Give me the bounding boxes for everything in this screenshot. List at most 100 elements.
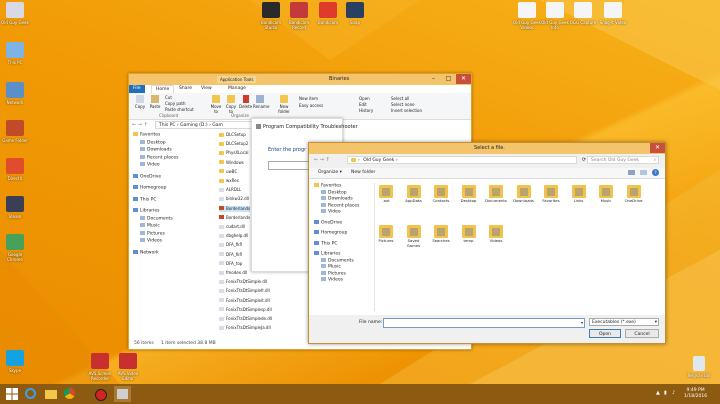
- dialog-new-folder-button[interactable]: New folder: [351, 170, 375, 175]
- folder-item[interactable]: Videos: [485, 225, 507, 244]
- desktop-shortcut-2[interactable]: Network: [0, 82, 30, 105]
- view-options-icon[interactable]: [628, 170, 635, 175]
- tray-arrow-icon[interactable]: ▲: [656, 390, 660, 396]
- desktop-shortcut-bottom-0[interactable]: AVS Screen Recorder: [85, 353, 115, 381]
- file-row[interactable]: PhysXLocal: [219, 150, 249, 156]
- folder-item[interactable]: Desktop: [458, 185, 480, 204]
- nav-item[interactable]: Videos: [321, 277, 343, 283]
- file-row[interactable]: ALRDLL: [219, 187, 241, 193]
- folder-item[interactable]: Links: [568, 185, 590, 204]
- organize-button[interactable]: Organize ▾: [318, 170, 342, 175]
- folder-item[interactable]: OneDrive: [623, 185, 645, 204]
- folder-item[interactable]: AppData: [403, 185, 425, 204]
- taskbar-chrome[interactable]: [61, 386, 78, 402]
- nav-item[interactable]: Network: [133, 249, 159, 256]
- file-row[interactable]: DFA_fkfl: [219, 242, 242, 248]
- tab-view[interactable]: View: [197, 85, 216, 93]
- explorer-address-bar[interactable]: This PC › Gaming (D:) › Gam: [155, 121, 255, 129]
- nav-item[interactable]: OneDrive: [314, 219, 342, 226]
- nav-item[interactable]: Videos: [140, 238, 162, 244]
- desktop-shortcut-top-0[interactable]: Bandicam Studio: [256, 2, 286, 30]
- preview-pane-icon[interactable]: [640, 170, 647, 175]
- folder-item[interactable]: Music: [595, 185, 617, 204]
- volume-icon[interactable]: ♪: [672, 390, 675, 396]
- nav-item[interactable]: Recent places: [140, 154, 178, 161]
- nav-item[interactable]: Video: [140, 162, 160, 168]
- paste-button[interactable]: Paste: [149, 95, 161, 109]
- start-button[interactable]: [3, 386, 20, 402]
- select-all-button[interactable]: Select all: [391, 96, 409, 101]
- file-row[interactable]: FonixTtsDtSimplefr.dll: [219, 288, 270, 294]
- nav-item[interactable]: Downloads: [140, 147, 172, 153]
- nav-item[interactable]: Pictures: [321, 270, 346, 277]
- file-row[interactable]: DLCSetup: [219, 132, 246, 138]
- nav-item[interactable]: Documents: [321, 257, 354, 264]
- folder-item[interactable]: Contacts: [430, 185, 452, 204]
- nav-item[interactable]: Music: [321, 264, 341, 270]
- nav-item[interactable]: Pictures: [140, 230, 165, 237]
- invert-selection-button[interactable]: Invert selection: [391, 108, 422, 113]
- explorer-titlebar[interactable]: Application Tools Binaries – □ ✕: [129, 74, 471, 85]
- folder-item[interactable]: temp: [458, 225, 480, 244]
- easy-access-button[interactable]: Easy access: [299, 103, 323, 108]
- folder-item[interactable]: Pictures: [375, 225, 397, 244]
- nav-item[interactable]: Desktop: [140, 139, 166, 146]
- dialog-search-input[interactable]: Search Old Guy Geek ⌕: [587, 156, 659, 164]
- nav-item[interactable]: Favorites: [314, 183, 341, 189]
- desktop-shortcut-5[interactable]: Steam: [0, 196, 30, 219]
- nav-item[interactable]: Libraries: [314, 251, 340, 257]
- copy-button[interactable]: Copy: [134, 95, 146, 109]
- tab-share[interactable]: Share: [175, 85, 196, 93]
- folder-item[interactable]: .avt: [375, 185, 397, 204]
- nav-item[interactable]: Recent places: [321, 202, 359, 209]
- desktop-shortcut-top-7[interactable]: Snag-it Video: [598, 2, 628, 25]
- file-row[interactable]: Borderlands: [219, 215, 250, 221]
- desktop-shortcut-top-4[interactable]: Old Guy Geek Videos: [512, 2, 542, 30]
- file-row[interactable]: uwBC: [219, 169, 237, 175]
- file-row[interactable]: DLCSetup2: [219, 141, 248, 147]
- nav-item[interactable]: Homegroup: [133, 185, 166, 191]
- copy-path-button[interactable]: Copy path: [165, 101, 186, 106]
- file-row[interactable]: wxRes: [219, 178, 239, 184]
- nav-item[interactable]: Libraries: [133, 208, 159, 214]
- taskbar-active-app[interactable]: [114, 386, 131, 402]
- folder-item[interactable]: Favorites: [540, 185, 562, 204]
- dialog-titlebar[interactable]: Select a file. ✕: [309, 143, 665, 154]
- nav-item[interactable]: Homegroup: [314, 230, 347, 236]
- desktop-shortcut-top-3[interactable]: Snap: [340, 2, 370, 25]
- desktop-shortcut-4[interactable]: DirectX: [0, 158, 30, 181]
- back-button[interactable]: ← → ↑: [132, 122, 148, 128]
- desktop-shortcut-6[interactable]: Google Chrome: [0, 234, 30, 262]
- minimize-button[interactable]: –: [426, 74, 441, 84]
- copy-to-button[interactable]: Copy to: [224, 95, 238, 114]
- clock[interactable]: 9:49 PM 1/18/2016: [684, 388, 707, 400]
- nav-item[interactable]: Downloads: [321, 196, 353, 202]
- desktop-shortcut-3[interactable]: Game Folder: [0, 120, 30, 143]
- file-row[interactable]: Windows: [219, 160, 244, 166]
- desktop-shortcut-1[interactable]: This PC: [0, 42, 30, 65]
- maximize-button[interactable]: □: [441, 74, 456, 84]
- nav-item[interactable]: Desktop: [321, 189, 347, 196]
- desktop-shortcut-bottom-1[interactable]: AVS Video Editor: [113, 353, 143, 381]
- folder-item[interactable]: Downloads: [513, 185, 535, 204]
- file-row[interactable]: cudart.dll: [219, 224, 245, 230]
- file-name-input[interactable]: ▾: [383, 318, 585, 328]
- file-row[interactable]: DFA_top: [219, 261, 242, 267]
- file-type-select[interactable]: Executables (*.exe) ▾: [589, 318, 659, 326]
- history-button[interactable]: History: [359, 108, 373, 113]
- nav-item[interactable]: This PC: [133, 196, 156, 203]
- taskbar-record[interactable]: [92, 386, 109, 402]
- file-name-dropdown-icon[interactable]: ▾: [581, 319, 583, 327]
- select-file-dialog[interactable]: Select a file. ✕ ← → ↑ › Old Guy Geek › …: [308, 142, 666, 344]
- file-row[interactable]: dbghelp.dll: [219, 233, 248, 239]
- dialog-close-button[interactable]: ✕: [650, 143, 665, 153]
- recycle-bin-icon[interactable]: Recycle Bin: [684, 356, 714, 378]
- desktop-shortcut-0[interactable]: Old Guy Geek: [0, 2, 30, 25]
- file-row[interactable]: DFA_fkfl: [219, 252, 242, 258]
- file-row[interactable]: FonixTtsDtSimplede.dll: [219, 316, 272, 322]
- paste-shortcut-button[interactable]: Paste shortcut: [165, 107, 194, 112]
- desktop-shortcut-7[interactable]: Skype: [0, 350, 30, 373]
- file-row[interactable]: FonixTtsDtSimpleJa.dll: [219, 325, 271, 331]
- desktop-shortcut-top-5[interactable]: Old Guy Geek Info: [540, 2, 570, 30]
- folder-item[interactable]: Documents: [485, 185, 507, 204]
